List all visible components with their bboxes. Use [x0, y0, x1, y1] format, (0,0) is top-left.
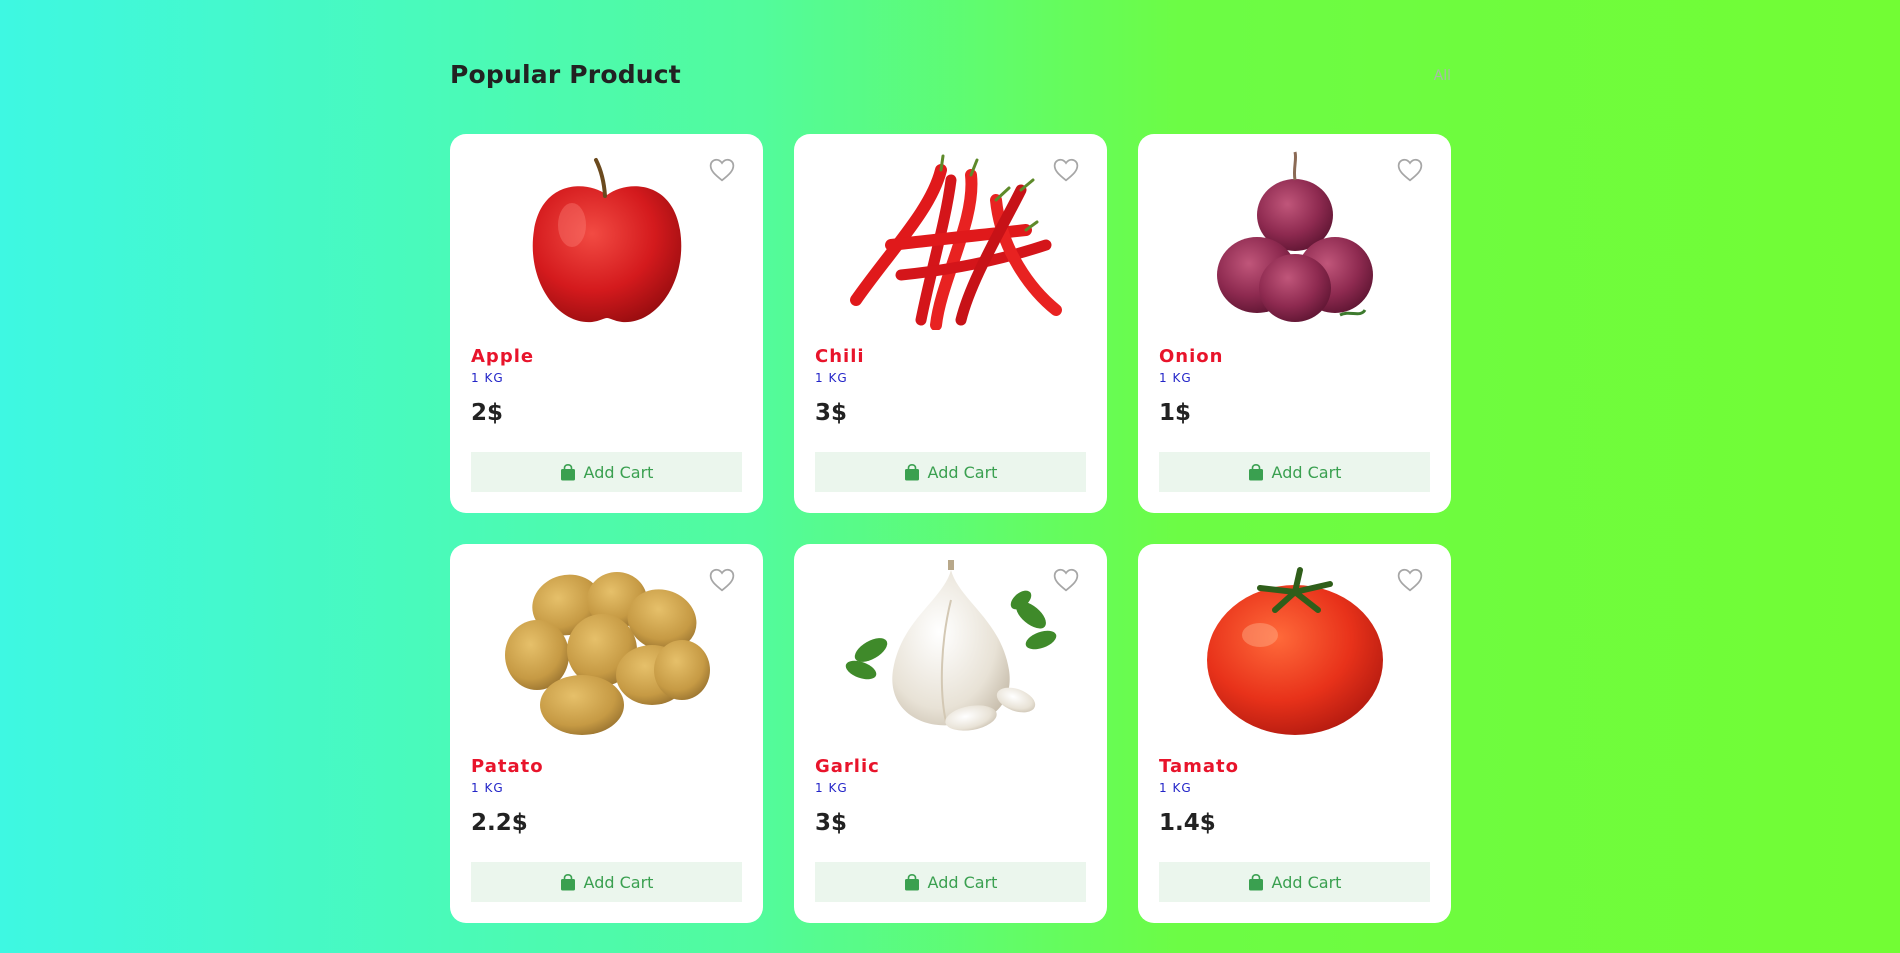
add-cart-button[interactable]: Add Cart — [471, 452, 742, 492]
shopping-bag-icon — [1248, 463, 1263, 480]
add-cart-button[interactable]: Add Cart — [1159, 862, 1430, 902]
product-card: Apple 1 KG 2$ Add Cart — [450, 134, 763, 513]
product-price: 3$ — [815, 810, 848, 836]
shopping-bag-icon — [560, 873, 575, 890]
product-price: 2.2$ — [471, 810, 528, 836]
tomato-image — [1163, 560, 1426, 740]
add-cart-label: Add Cart — [583, 872, 654, 892]
add-cart-label: Add Cart — [927, 872, 998, 892]
section-title: Popular Product — [450, 60, 681, 89]
product-unit: 1 KG — [1159, 781, 1192, 795]
product-card: Tamato 1 KG 1.4$ Add Cart — [1138, 544, 1451, 923]
add-cart-button[interactable]: Add Cart — [815, 452, 1086, 492]
shopping-bag-icon — [560, 463, 575, 480]
product-grid: Apple 1 KG 2$ Add Cart Chili 1 KG 3$ Add… — [450, 134, 1451, 923]
add-cart-button[interactable]: Add Cart — [471, 862, 742, 902]
product-name: Chili — [815, 346, 865, 367]
section-header: Popular Product All — [450, 56, 1451, 96]
product-unit: 1 KG — [1159, 371, 1192, 385]
product-card: Chili 1 KG 3$ Add Cart — [794, 134, 1107, 513]
product-name: Garlic — [815, 756, 880, 777]
product-price: 1.4$ — [1159, 810, 1216, 836]
product-card: Onion 1 KG 1$ Add Cart — [1138, 134, 1451, 513]
product-name: Tamato — [1159, 756, 1239, 777]
product-name: Patato — [471, 756, 544, 777]
product-name: Onion — [1159, 346, 1224, 367]
product-card: Garlic 1 KG 3$ Add Cart — [794, 544, 1107, 923]
product-card: Patato 1 KG 2.2$ Add Cart — [450, 544, 763, 923]
chili-image — [819, 150, 1082, 330]
potato-image — [475, 560, 738, 740]
view-all-link[interactable]: All — [1434, 68, 1451, 84]
product-unit: 1 KG — [815, 781, 848, 795]
add-cart-label: Add Cart — [927, 462, 998, 482]
product-unit: 1 KG — [815, 371, 848, 385]
onion-image — [1163, 150, 1426, 330]
product-name: Apple — [471, 346, 535, 367]
product-price: 2$ — [471, 400, 504, 426]
product-unit: 1 KG — [471, 781, 504, 795]
shopping-bag-icon — [904, 463, 919, 480]
apple-image — [475, 150, 738, 330]
shopping-bag-icon — [904, 873, 919, 890]
add-cart-button[interactable]: Add Cart — [815, 862, 1086, 902]
product-price: 3$ — [815, 400, 848, 426]
add-cart-label: Add Cart — [1271, 462, 1342, 482]
garlic-image — [819, 560, 1082, 740]
product-unit: 1 KG — [471, 371, 504, 385]
shopping-bag-icon — [1248, 873, 1263, 890]
add-cart-label: Add Cart — [1271, 872, 1342, 892]
add-cart-label: Add Cart — [583, 462, 654, 482]
add-cart-button[interactable]: Add Cart — [1159, 452, 1430, 492]
product-price: 1$ — [1159, 400, 1192, 426]
